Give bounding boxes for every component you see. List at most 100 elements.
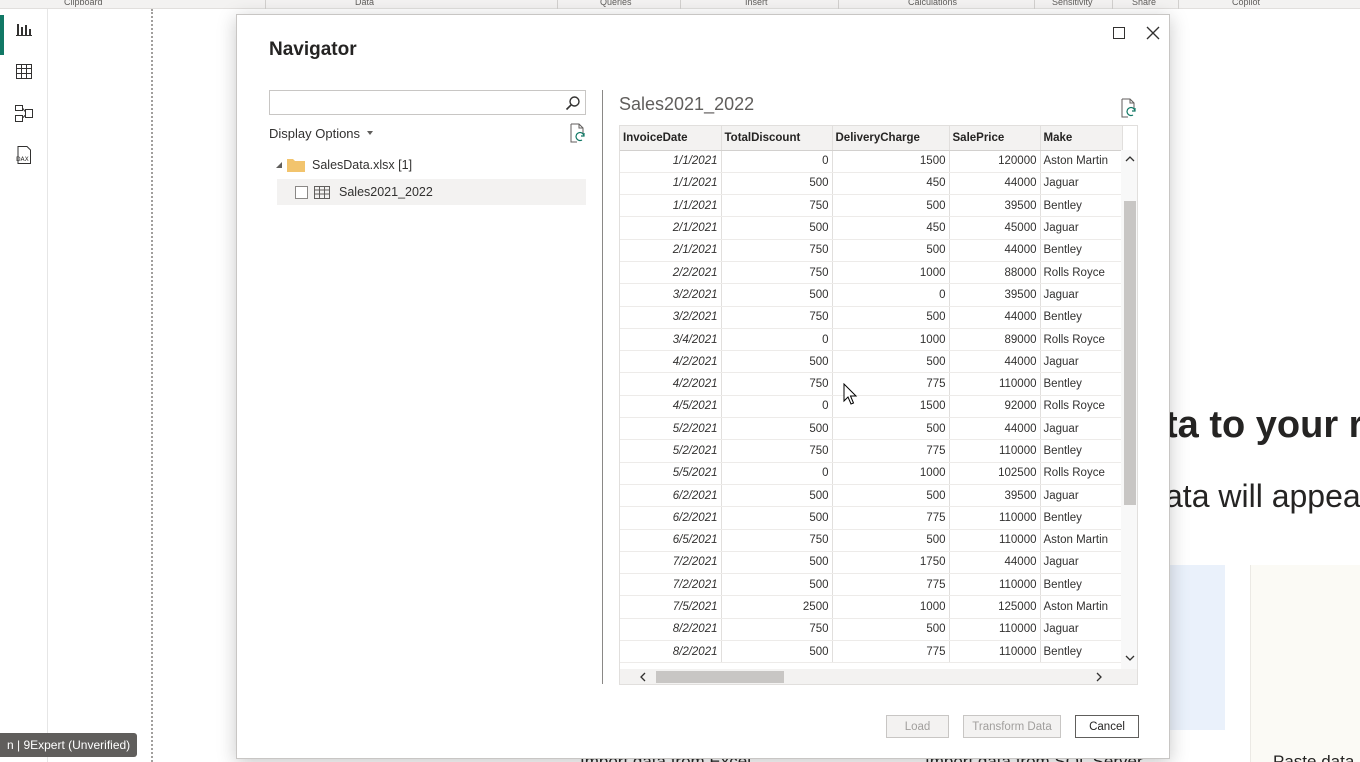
model-view-icon[interactable] bbox=[12, 101, 36, 125]
ribbon-separator bbox=[1178, 0, 1179, 9]
table-cell: 775 bbox=[832, 506, 950, 530]
tree-table-node[interactable]: Sales2021_2022 bbox=[277, 179, 586, 205]
table-cell: 1500 bbox=[832, 150, 950, 173]
table-view-icon[interactable] bbox=[12, 59, 36, 83]
table-cell: 750 bbox=[721, 194, 833, 218]
table-cell: 500 bbox=[832, 306, 950, 329]
table-cell: 2/1/2021 bbox=[620, 239, 722, 262]
scroll-up-arrow[interactable] bbox=[1121, 151, 1137, 167]
chevron-up-icon bbox=[1125, 156, 1134, 162]
table-cell: 7/2/2021 bbox=[620, 551, 722, 575]
table-row: 3/2/2021 750 500 44000 Bentley bbox=[620, 306, 1123, 329]
ribbon-separator bbox=[265, 0, 266, 9]
table-cell: 0 bbox=[721, 395, 833, 419]
display-options-dropdown[interactable]: Display Options bbox=[269, 126, 374, 141]
pane-divider bbox=[151, 9, 153, 762]
table-cell: 500 bbox=[832, 239, 950, 262]
table-cell: 750 bbox=[721, 372, 833, 396]
preview-refresh-icon[interactable] bbox=[1119, 98, 1137, 118]
table-cell: 110000 bbox=[949, 573, 1041, 597]
scroll-down-arrow[interactable] bbox=[1121, 650, 1137, 666]
refresh-icon[interactable] bbox=[568, 123, 586, 143]
table-cell: 44000 bbox=[949, 172, 1041, 196]
folder-icon bbox=[287, 159, 305, 172]
table-cell: 4/2/2021 bbox=[620, 372, 722, 396]
table-row: 1/1/2021 0 1500 120000 Aston Martin bbox=[620, 150, 1123, 173]
scroll-right-arrow[interactable] bbox=[1090, 669, 1107, 684]
table-cell: 39500 bbox=[949, 194, 1041, 218]
table-row: 6/2/2021 500 775 110000 Bentley bbox=[620, 506, 1123, 530]
dax-query-view-icon[interactable]: DAX bbox=[12, 143, 36, 167]
ribbon-group-label: Calculations bbox=[908, 0, 958, 7]
table-cell: 44000 bbox=[949, 306, 1041, 329]
navigator-dialog: Navigator Display Options SalesData.xlsx… bbox=[236, 14, 1170, 759]
ribbon-group-label: Share bbox=[1132, 0, 1157, 7]
table-cell: 1/1/2021 bbox=[620, 172, 722, 196]
ribbon-group-labels: Clipboard Data Queries Insert Calculations Se… bbox=[0, 0, 1360, 9]
transform-data-button[interactable]: Transform Data bbox=[963, 715, 1061, 738]
table-row: 7/5/2021 2500 1000 125000 Aston Martin bbox=[620, 595, 1123, 619]
table-cell: 2500 bbox=[721, 595, 833, 619]
table-cell: 6/2/2021 bbox=[620, 506, 722, 530]
table-cell: 500 bbox=[832, 618, 950, 642]
search-icon[interactable] bbox=[565, 95, 581, 111]
column-header[interactable]: SalePrice bbox=[949, 126, 1041, 151]
table-cell: 450 bbox=[832, 172, 950, 196]
table-checkbox[interactable] bbox=[295, 185, 308, 199]
column-header[interactable]: Make bbox=[1040, 126, 1123, 151]
table-cell: 500 bbox=[832, 350, 950, 374]
table-cell: 110000 bbox=[949, 618, 1041, 642]
tree-file-node[interactable]: SalesData.xlsx [1] bbox=[275, 156, 412, 174]
expand-triangle-icon[interactable] bbox=[275, 161, 283, 169]
paste-data-card[interactable] bbox=[1250, 565, 1360, 762]
table-cell: Jaguar bbox=[1040, 484, 1123, 508]
tree-file-label: SalesData.xlsx [1] bbox=[312, 158, 413, 172]
table-row: 4/5/2021 0 1500 92000 Rolls Royce bbox=[620, 395, 1123, 419]
table-cell: Aston Martin bbox=[1040, 150, 1123, 173]
table-cell: 44000 bbox=[949, 551, 1041, 575]
ribbon-group-label: Sensitivity bbox=[1052, 0, 1093, 7]
table-cell: Bentley bbox=[1040, 640, 1123, 664]
close-button[interactable] bbox=[1141, 21, 1165, 45]
table-cell: 750 bbox=[721, 306, 833, 329]
cancel-button[interactable]: Cancel bbox=[1075, 715, 1139, 738]
table-row: 8/2/2021 500 775 110000 Bentley bbox=[620, 640, 1123, 664]
horizontal-scrollbar[interactable] bbox=[620, 669, 1137, 684]
table-cell: 89000 bbox=[949, 328, 1041, 352]
load-button[interactable]: Load bbox=[886, 715, 949, 738]
caret-down-icon bbox=[367, 131, 374, 135]
table-cell: 500 bbox=[832, 529, 950, 552]
column-header[interactable]: InvoiceDate bbox=[620, 126, 722, 151]
table-cell: Jaguar bbox=[1040, 216, 1123, 240]
maximize-button[interactable] bbox=[1107, 21, 1131, 45]
table-cell: 6/2/2021 bbox=[620, 484, 722, 508]
table-cell: Rolls Royce bbox=[1040, 328, 1123, 352]
table-cell: 500 bbox=[721, 283, 833, 307]
table-cell: 750 bbox=[721, 529, 833, 552]
table-cell: 102500 bbox=[949, 462, 1041, 485]
table-cell: 450 bbox=[832, 216, 950, 240]
table-row: 5/5/2021 0 1000 102500 Rolls Royce bbox=[620, 462, 1123, 485]
table-row: 5/2/2021 500 500 44000 Jaguar bbox=[620, 417, 1123, 441]
column-header[interactable]: TotalDiscount bbox=[721, 126, 833, 151]
ribbon-group-label: Insert bbox=[745, 0, 768, 7]
report-view-icon[interactable] bbox=[12, 17, 36, 41]
table-row: 3/4/2021 0 1000 89000 Rolls Royce bbox=[620, 328, 1123, 352]
table-cell: 775 bbox=[832, 372, 950, 396]
horizontal-scroll-thumb[interactable] bbox=[656, 671, 784, 683]
table-cell: 0 bbox=[721, 462, 833, 485]
vertical-scrollbar[interactable] bbox=[1121, 150, 1137, 670]
table-cell: 3/2/2021 bbox=[620, 283, 722, 307]
table-row: 2/2/2021 750 1000 88000 Rolls Royce bbox=[620, 261, 1123, 285]
table-cell: 750 bbox=[721, 618, 833, 642]
table-cell: 2/2/2021 bbox=[620, 261, 722, 285]
search-input[interactable] bbox=[270, 91, 560, 114]
import-card-partial[interactable] bbox=[1168, 565, 1225, 730]
scroll-left-arrow[interactable] bbox=[634, 669, 651, 684]
table-cell: 500 bbox=[721, 216, 833, 240]
column-header[interactable]: DeliveryCharge bbox=[832, 126, 950, 151]
table-cell: 500 bbox=[832, 194, 950, 218]
vertical-scroll-thumb[interactable] bbox=[1124, 201, 1136, 505]
table-cell: 110000 bbox=[949, 640, 1041, 664]
dialog-title: Navigator bbox=[269, 39, 357, 60]
